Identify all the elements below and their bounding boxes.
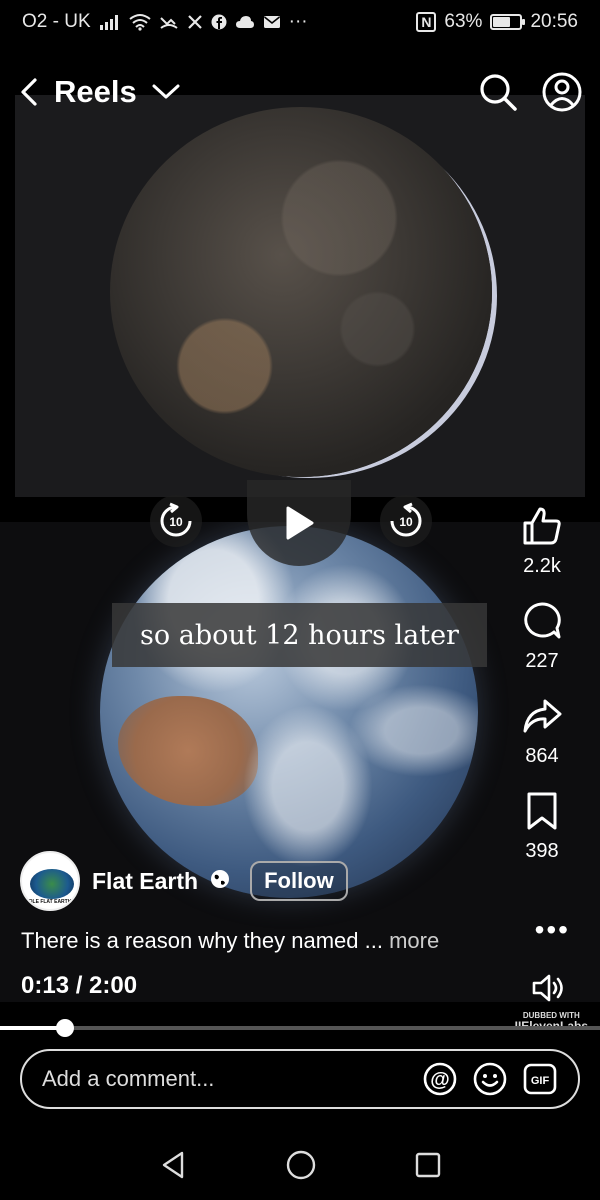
status-right: N 63% 20:56	[416, 11, 578, 33]
forward-label: 10	[399, 515, 413, 529]
mail-icon	[263, 15, 281, 29]
nav-recents-icon[interactable]	[414, 1151, 442, 1179]
bookmark-icon	[527, 792, 557, 830]
gif-label: GIF	[531, 1075, 550, 1087]
follow-button[interactable]: Follow	[250, 861, 348, 901]
play-button[interactable]	[247, 480, 351, 566]
description-text: There is a reason why they named ...	[21, 928, 383, 953]
status-left: O2 - UK ···	[22, 11, 308, 33]
earth-day-image	[100, 526, 478, 898]
progress-bar[interactable]	[0, 1019, 600, 1037]
battery-icon	[490, 14, 526, 30]
comment-input[interactable]	[42, 1066, 382, 1092]
rewind-label: 10	[169, 515, 183, 529]
creator-row: OLE FLAT EARTH Flat Earth Follow	[20, 851, 348, 911]
comment-button[interactable]: 227	[521, 600, 563, 673]
more-link[interactable]: more	[389, 928, 439, 953]
nfc-icon: N	[416, 12, 437, 32]
dubbed-label: DUBBED WITH	[522, 1011, 580, 1020]
comment-icons: @ GIF	[422, 1061, 558, 1097]
chevron-down-icon[interactable]	[151, 82, 181, 102]
speaker-icon	[532, 974, 563, 1002]
volume-button[interactable]	[531, 972, 567, 1009]
earth-night-image	[110, 107, 492, 477]
avatar[interactable]: OLE FLAT EARTH	[20, 851, 80, 911]
missed-call-icon	[159, 14, 179, 30]
emoji-icon[interactable]	[472, 1061, 508, 1097]
battery-level	[493, 17, 510, 27]
mention-icon[interactable]: @	[422, 1061, 458, 1097]
gif-icon[interactable]: GIF	[522, 1061, 558, 1097]
action-rail: 2.2k 227 864 398	[502, 505, 582, 885]
video-frame-top[interactable]	[15, 95, 585, 497]
system-navigation	[0, 1130, 600, 1200]
forward-10-button[interactable]: 10	[380, 495, 432, 547]
rewind-icon: 10	[160, 502, 192, 537]
x-app-icon	[187, 14, 203, 30]
more-notifications-icon: ···	[288, 11, 308, 32]
mention-label: @	[430, 1069, 450, 1091]
caption-text: so about 12 hours later	[140, 619, 459, 651]
battery-percent: 63%	[444, 11, 483, 32]
like-button[interactable]: 2.2k	[521, 505, 563, 578]
dubbed-badge: DUBBED WITH IIElevenLabs	[515, 1011, 588, 1027]
save-count: 398	[525, 840, 559, 862]
avatar-globe	[30, 869, 74, 899]
share-button[interactable]: 864	[521, 695, 563, 768]
share-count: 864	[525, 745, 559, 767]
forward-icon: 10	[390, 502, 422, 537]
rewind-10-button[interactable]: 10	[150, 495, 202, 547]
clock: 20:56	[530, 11, 578, 32]
comment-bar: @ GIF	[20, 1049, 580, 1109]
share-icon	[523, 699, 562, 733]
page-title[interactable]: Reels	[54, 74, 137, 110]
more-options-icon[interactable]: •••	[535, 914, 570, 946]
play-icon	[286, 506, 314, 540]
avatar-logo-text: OLE FLAT EARTH	[28, 899, 72, 905]
reels-header: Reels	[0, 60, 600, 124]
progress-handle[interactable]	[55, 1019, 74, 1037]
nfc-label: N	[421, 14, 432, 30]
signal-icon	[99, 14, 121, 30]
header-right	[478, 72, 582, 112]
status-bar: O2 - UK ··· N 63% 20:56	[0, 0, 600, 44]
clouds	[100, 526, 478, 898]
like-count: 2.2k	[523, 555, 561, 577]
nav-home-icon[interactable]	[285, 1149, 317, 1181]
profile-icon[interactable]	[542, 72, 582, 112]
city-lights	[110, 107, 492, 477]
save-button[interactable]: 398	[521, 790, 563, 863]
back-arrow-icon[interactable]	[18, 77, 40, 107]
comment-count: 227	[525, 650, 559, 672]
header-left: Reels	[18, 74, 181, 110]
facebook-icon	[211, 14, 227, 30]
creator-name[interactable]: Flat Earth	[92, 868, 198, 895]
nav-back-icon[interactable]	[158, 1150, 188, 1180]
thumbs-up-icon	[523, 507, 561, 545]
globe-icon	[210, 869, 230, 894]
comment-icon	[524, 602, 561, 639]
video-caption: so about 12 hours later	[112, 603, 487, 667]
wifi-icon	[129, 13, 151, 31]
cloud-icon	[235, 15, 255, 29]
carrier-label: O2 - UK	[22, 11, 91, 32]
description[interactable]: There is a reason why they named ... mor…	[21, 928, 439, 954]
search-icon[interactable]	[478, 72, 518, 112]
playback-time: 0:13 / 2:00	[21, 972, 138, 999]
